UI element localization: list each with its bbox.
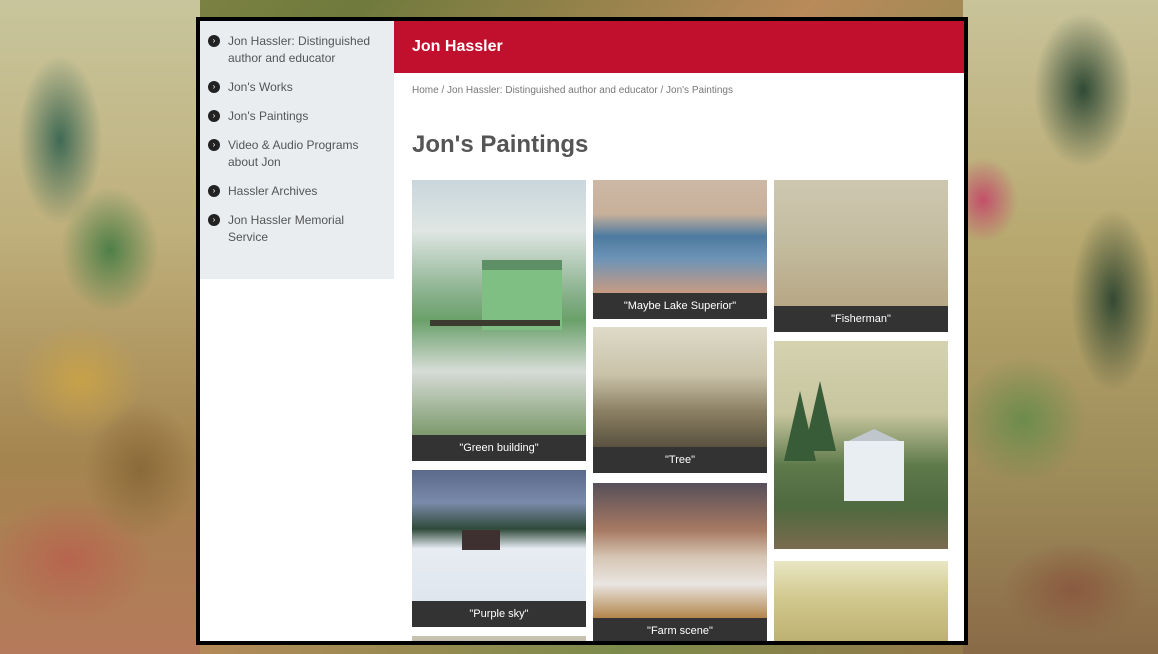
sidebar-item-memorial[interactable]: › Jon Hassler Memorial Service (208, 212, 386, 246)
sidebar-item-label: Jon's Works (228, 80, 293, 94)
sidebar-item-label: Jon Hassler Memorial Service (228, 213, 345, 244)
painting-image (774, 561, 948, 641)
painting-image (412, 636, 586, 641)
gallery-item-partial[interactable] (412, 636, 586, 641)
sidebar-item-label: Jon's Paintings (228, 109, 309, 123)
painting-image (593, 327, 767, 447)
sidebar-item-label: Jon Hassler: Distinguished author and ed… (228, 34, 371, 65)
painting-caption: "Farm scene" (593, 618, 767, 641)
painting-image (593, 180, 767, 293)
sidebar-item-paintings[interactable]: › Jon's Paintings (208, 108, 386, 125)
sidebar-item-archives[interactable]: › Hassler Archives (208, 183, 386, 200)
chevron-right-icon: › (208, 139, 220, 151)
gallery-item-tree[interactable]: "Tree" (593, 327, 767, 473)
breadcrumb[interactable]: Home / Jon Hassler: Distinguished author… (412, 85, 733, 96)
sidebar-item-label: Video & Audio Programs about Jon (228, 138, 359, 169)
site-header: Jon Hassler (394, 21, 964, 73)
gallery-item-purple-sky[interactable]: "Purple sky" (412, 470, 586, 627)
gallery-item-farm-scene[interactable]: "Farm scene" (593, 483, 767, 641)
gallery-item-yellow[interactable] (774, 561, 948, 641)
gallery-item-lake-superior[interactable]: "Maybe Lake Superior" (593, 180, 767, 319)
site-title[interactable]: Jon Hassler (412, 21, 964, 73)
sidebar-item-works[interactable]: › Jon's Works (208, 79, 386, 96)
painting-image (412, 180, 586, 435)
pine-tree-shape (804, 381, 836, 451)
painting-image (774, 180, 948, 306)
chevron-right-icon: › (208, 110, 220, 122)
church-building-shape (844, 441, 904, 501)
painting-image (774, 341, 948, 549)
painting-caption: "Tree" (593, 447, 767, 473)
gallery-item-green-building[interactable]: "Green building" (412, 180, 586, 461)
chevron-right-icon: › (208, 214, 220, 226)
chevron-right-icon: › (208, 35, 220, 47)
painting-caption: "Green building" (412, 435, 586, 461)
chevron-right-icon: › (208, 81, 220, 93)
painting-image (412, 470, 586, 601)
sidebar-item-distinguished[interactable]: › Jon Hassler: Distinguished author and … (208, 33, 386, 67)
chevron-right-icon: › (208, 185, 220, 197)
page-title: Jon's Paintings (412, 131, 589, 158)
background-painting-left (0, 0, 200, 654)
browser-frame: › Jon Hassler: Distinguished author and … (196, 17, 968, 645)
bridge-shape (430, 320, 560, 326)
painting-caption: "Fisherman" (774, 306, 948, 332)
background-painting-right (963, 0, 1158, 654)
barn-shape (462, 530, 500, 550)
painting-caption: "Maybe Lake Superior" (593, 293, 767, 319)
gallery-item-fisherman[interactable]: "Fisherman" (774, 180, 948, 332)
sidebar: › Jon Hassler: Distinguished author and … (200, 21, 394, 279)
painting-caption: "Purple sky" (412, 601, 586, 627)
gallery-item-church[interactable] (774, 341, 948, 549)
sidebar-item-label: Hassler Archives (228, 184, 318, 198)
painting-image (593, 483, 767, 618)
sidebar-item-programs[interactable]: › Video & Audio Programs about Jon (208, 137, 386, 171)
